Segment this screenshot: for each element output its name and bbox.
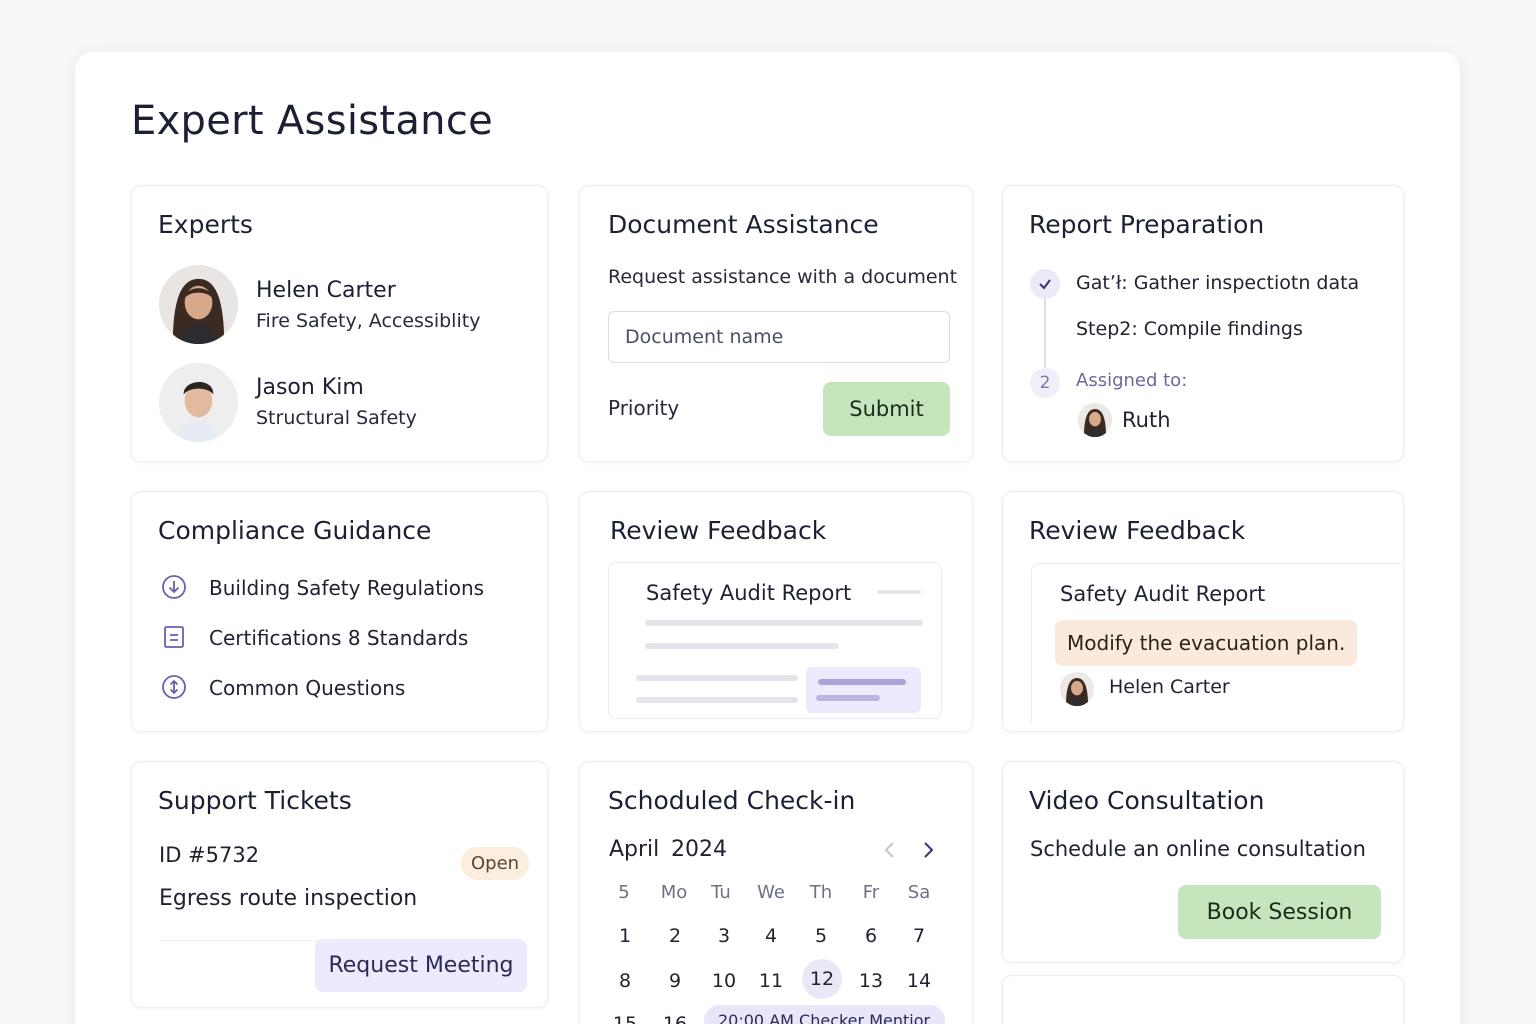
guidance-link[interactable]: Building Safety Regulations	[209, 576, 484, 600]
document-name-placeholder: Document name	[625, 326, 784, 348]
document-assistance-description: Request assistance with a document	[608, 266, 958, 288]
placeholder-line	[877, 590, 921, 594]
guidance-link[interactable]: Certifications 8 Standards	[209, 626, 468, 650]
weekday-header: Tu	[711, 882, 731, 903]
step-label: Step2: Compile findings	[1076, 318, 1303, 340]
feedback-comment[interactable]: Modify the evacuation plan.	[1055, 620, 1358, 666]
step-label: Gatʼł: Gather inspectiotn data	[1076, 272, 1360, 294]
empty-card	[1002, 975, 1404, 1024]
calendar-day[interactable]: 3	[704, 916, 744, 956]
sort-circle-icon	[162, 675, 186, 699]
placeholder-line	[636, 697, 798, 703]
document-icon	[164, 626, 184, 648]
calendar-day[interactable]: 1	[605, 916, 645, 956]
support-tickets-card: Support Tickets ID #5732 Open Egress rou…	[131, 761, 548, 1008]
expert-name[interactable]: Helen Carter	[256, 278, 396, 303]
expert-name[interactable]: Jason Kim	[256, 375, 364, 400]
calendar-day[interactable]: 9	[655, 961, 695, 1001]
calendar-day[interactable]: 6	[851, 916, 891, 956]
priority-label[interactable]: Priority	[608, 396, 679, 420]
review-feedback-card: Review Feedback Safety Audit Report Modi…	[1002, 491, 1404, 732]
calendar-day[interactable]: 13	[851, 961, 891, 1001]
check-icon	[1039, 279, 1051, 290]
avatar-helen-carter[interactable]	[159, 265, 238, 344]
avatar-jason-kim[interactable]	[159, 363, 238, 442]
document-preview[interactable]: Safety Audit Report	[608, 562, 942, 719]
calendar-day-selected[interactable]: 12	[802, 959, 842, 999]
calendar-day[interactable]: 16	[655, 1004, 695, 1024]
video-consultation-title: Video Consultation	[1029, 786, 1265, 815]
guidance-link[interactable]: Common Questions	[209, 676, 405, 700]
compliance-guidance-title: Compliance Guidance	[158, 516, 432, 545]
feedback-panel: Safety Audit Report Modify the evacuatio…	[1031, 563, 1403, 723]
report-preparation-card: Report Preparation Gatʼł: Gather inspect…	[1002, 185, 1404, 462]
step-number-badge: 2	[1030, 368, 1060, 398]
calendar-day[interactable]: 5	[801, 916, 841, 956]
expert-specialty: Fire Safety, Accessiblity	[256, 310, 481, 332]
ticket-description: Egress route inspection	[159, 886, 418, 911]
experts-card: Experts Helen Carter Fire Safety, Access…	[131, 185, 548, 462]
document-assistance-card: Document Assistance Request assistance w…	[579, 185, 973, 462]
request-meeting-button[interactable]: Request Meeting	[315, 939, 527, 992]
weekday-header: Sa	[907, 882, 931, 903]
highlight-line	[818, 679, 906, 685]
video-consultation-card: Video Consultation Schedule an online co…	[1002, 761, 1404, 963]
placeholder-line	[645, 620, 923, 626]
assignee-name[interactable]: Ruth	[1122, 408, 1171, 432]
weekday-header: We	[757, 882, 785, 903]
calendar-day[interactable]: 14	[899, 961, 939, 1001]
step-connector-line	[1044, 299, 1046, 369]
report-preparation-title: Report Preparation	[1029, 210, 1265, 239]
placeholder-line	[645, 643, 839, 649]
scheduled-checkin-card: Schoduled Check-in April 2024 5 Mo Tu We…	[579, 761, 973, 1024]
submit-button[interactable]: Submit	[823, 382, 950, 436]
calendar-day[interactable]: 4	[751, 916, 791, 956]
calendar-year: 2024	[671, 837, 727, 862]
chevron-left-icon[interactable]	[882, 840, 898, 860]
calendar-day[interactable]: 11	[751, 961, 791, 1001]
support-tickets-title: Support Tickets	[158, 786, 352, 815]
avatar-ruth	[1078, 403, 1112, 437]
document-name-input[interactable]: Document name	[608, 311, 950, 363]
report-title: Safety Audit Report	[646, 581, 852, 605]
page-title: Expert Assistance	[131, 98, 494, 144]
review-feedback-title: Review Feedback	[1029, 516, 1246, 545]
weekday-header: Mo	[660, 882, 688, 903]
calendar-day[interactable]: 10	[704, 961, 744, 1001]
assigned-label: Assigned to:	[1076, 370, 1188, 391]
calendar-day[interactable]: 7	[899, 916, 939, 956]
calendar-day[interactable]: 8	[605, 961, 645, 1001]
calendar-day[interactable]: 15	[605, 1004, 645, 1024]
expert-specialty: Structural Safety	[256, 407, 417, 429]
document-assistance-title: Document Assistance	[608, 210, 879, 239]
review-feedback-card: Review Feedback Safety Audit Report	[579, 491, 973, 732]
download-circle-icon	[162, 575, 186, 599]
weekday-header: Fr	[862, 882, 880, 903]
book-session-button[interactable]: Book Session	[1178, 885, 1381, 939]
weekday-header: Th	[809, 882, 833, 903]
avatar-helen-carter	[1060, 672, 1094, 706]
chevron-right-icon[interactable]	[920, 840, 936, 860]
compliance-guidance-card: Compliance Guidance Building Safety Regu…	[131, 491, 548, 732]
feedback-author[interactable]: Helen Carter	[1109, 676, 1230, 698]
calendar-day[interactable]: 2	[655, 916, 695, 956]
step-check[interactable]	[1030, 269, 1060, 299]
weekday-header: 5	[618, 882, 630, 903]
calendar-month: April	[609, 837, 660, 862]
experts-title: Experts	[158, 210, 253, 239]
calendar-event[interactable]: 20:00 AM Checker Mentior	[704, 1005, 945, 1024]
status-badge: Open	[461, 847, 530, 880]
placeholder-line	[636, 675, 798, 681]
highlight-line	[816, 695, 880, 701]
review-feedback-title: Review Feedback	[610, 516, 827, 545]
report-title: Safety Audit Report	[1060, 582, 1266, 606]
ticket-id[interactable]: ID #5732	[159, 843, 259, 867]
video-consultation-description: Schedule an online consultation	[1030, 837, 1366, 861]
scheduled-checkin-title: Schoduled Check-in	[608, 786, 856, 815]
comment-highlight[interactable]	[806, 667, 921, 713]
